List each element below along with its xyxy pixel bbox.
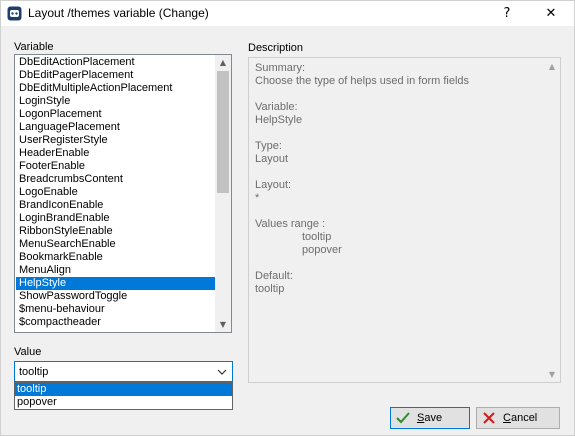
variable-list-item[interactable]: LoginStyle bbox=[16, 95, 215, 108]
scroll-up-icon[interactable]: ▲ bbox=[215, 55, 231, 70]
checkmark-icon bbox=[396, 412, 410, 424]
help-button[interactable]: ? bbox=[487, 1, 527, 26]
variable-list-item[interactable]: BreadcrumbsContent bbox=[16, 173, 215, 186]
close-button[interactable]: ✕ bbox=[531, 1, 571, 26]
variable-list[interactable]: DbEditActionPlacement DbEditPagerPlacemen… bbox=[14, 54, 232, 333]
value-option-popover[interactable]: popover bbox=[15, 396, 232, 409]
value-option-tooltip[interactable]: tooltip bbox=[15, 383, 232, 396]
values-range-item: popover bbox=[302, 244, 342, 256]
variable-name-label: Variable: bbox=[255, 101, 298, 113]
summary-value: Choose the type of helps used in form fi… bbox=[255, 75, 470, 87]
default-value: tooltip bbox=[255, 283, 285, 295]
value-select[interactable]: tooltip bbox=[14, 361, 233, 382]
value-label: Value bbox=[14, 346, 42, 358]
variable-list-item[interactable]: MenuAlign bbox=[16, 264, 215, 277]
variable-name-value: HelpStyle bbox=[255, 114, 303, 126]
variable-list-item[interactable]: LogoEnable bbox=[16, 186, 215, 199]
description-text: Summary: Choose the type of helps used i… bbox=[255, 62, 535, 296]
variable-list-items: DbEditActionPlacement DbEditPagerPlacemen… bbox=[16, 56, 215, 329]
variable-list-item[interactable]: MenuSearchEnable bbox=[16, 238, 215, 251]
close-icon: ✕ bbox=[545, 6, 557, 21]
cancel-button[interactable]: Cancel bbox=[476, 407, 560, 429]
variable-list-item[interactable]: DbEditMultipleActionPlacement bbox=[16, 82, 215, 95]
variable-label: Variable bbox=[14, 41, 54, 53]
help-icon: ? bbox=[503, 6, 511, 21]
variable-list-item[interactable]: FooterEnable bbox=[16, 160, 215, 173]
scrollbar-thumb[interactable] bbox=[217, 71, 229, 193]
value-select-current: tooltip bbox=[19, 366, 49, 378]
values-range-label: Values range : bbox=[255, 218, 326, 230]
save-button[interactable]: Save bbox=[390, 407, 470, 429]
layout-label: Layout: bbox=[255, 179, 292, 191]
scroll-down-icon[interactable]: ▼ bbox=[544, 366, 560, 382]
cancel-x-icon bbox=[483, 412, 495, 424]
variable-list-item[interactable]: DbEditActionPlacement bbox=[16, 56, 215, 69]
chevron-down-icon[interactable] bbox=[216, 366, 228, 378]
title-bar: Layout /themes variable (Change) ? ✕ bbox=[1, 1, 574, 26]
app-icon bbox=[7, 6, 22, 21]
description-label: Description bbox=[248, 42, 304, 54]
scroll-up-icon[interactable]: ▲ bbox=[544, 58, 560, 74]
cancel-button-label: Cancel bbox=[503, 412, 538, 424]
layout-value: * bbox=[255, 192, 260, 204]
variable-list-item[interactable]: DbEditPagerPlacement bbox=[16, 69, 215, 82]
value-dropdown-list: tooltip popover bbox=[14, 382, 233, 410]
change-variable-dialog: Layout /themes variable (Change) ? ✕ Var… bbox=[0, 0, 575, 436]
variable-list-scrollbar[interactable]: ▲ ▼ bbox=[215, 55, 231, 332]
summary-label: Summary: bbox=[255, 62, 306, 74]
variable-list-item[interactable]: UserRegisterStyle bbox=[16, 134, 215, 147]
description-scrollbar[interactable]: ▲ ▼ bbox=[544, 58, 560, 382]
variable-list-item[interactable]: LoginBrandEnable bbox=[16, 212, 215, 225]
variable-list-item[interactable]: LanguagePlacement bbox=[16, 121, 215, 134]
save-button-label: Save bbox=[417, 412, 443, 424]
variable-list-item[interactable]: BrandIconEnable bbox=[16, 199, 215, 212]
type-value: Layout bbox=[255, 153, 289, 165]
variable-list-item[interactable]: ShowPasswordToggle bbox=[16, 290, 215, 303]
description-panel: Summary: Choose the type of helps used i… bbox=[248, 57, 561, 383]
default-label: Default: bbox=[255, 270, 293, 282]
variable-list-item[interactable]: BookmarkEnable bbox=[16, 251, 215, 264]
scroll-down-icon[interactable]: ▼ bbox=[215, 317, 231, 332]
variable-list-item[interactable]: HeaderEnable bbox=[16, 147, 215, 160]
type-label: Type: bbox=[255, 140, 282, 152]
variable-list-item[interactable]: RibbonStyleEnable bbox=[16, 225, 215, 238]
variable-list-item[interactable]: $compactheader bbox=[16, 316, 215, 329]
window-title: Layout /themes variable (Change) bbox=[28, 6, 209, 20]
variable-list-item[interactable]: $menu-behaviour bbox=[16, 303, 215, 316]
variable-list-item[interactable]: LogonPlacement bbox=[16, 108, 215, 121]
variable-list-item[interactable]: HelpStyle bbox=[16, 277, 215, 290]
values-range-item: tooltip bbox=[302, 231, 332, 243]
